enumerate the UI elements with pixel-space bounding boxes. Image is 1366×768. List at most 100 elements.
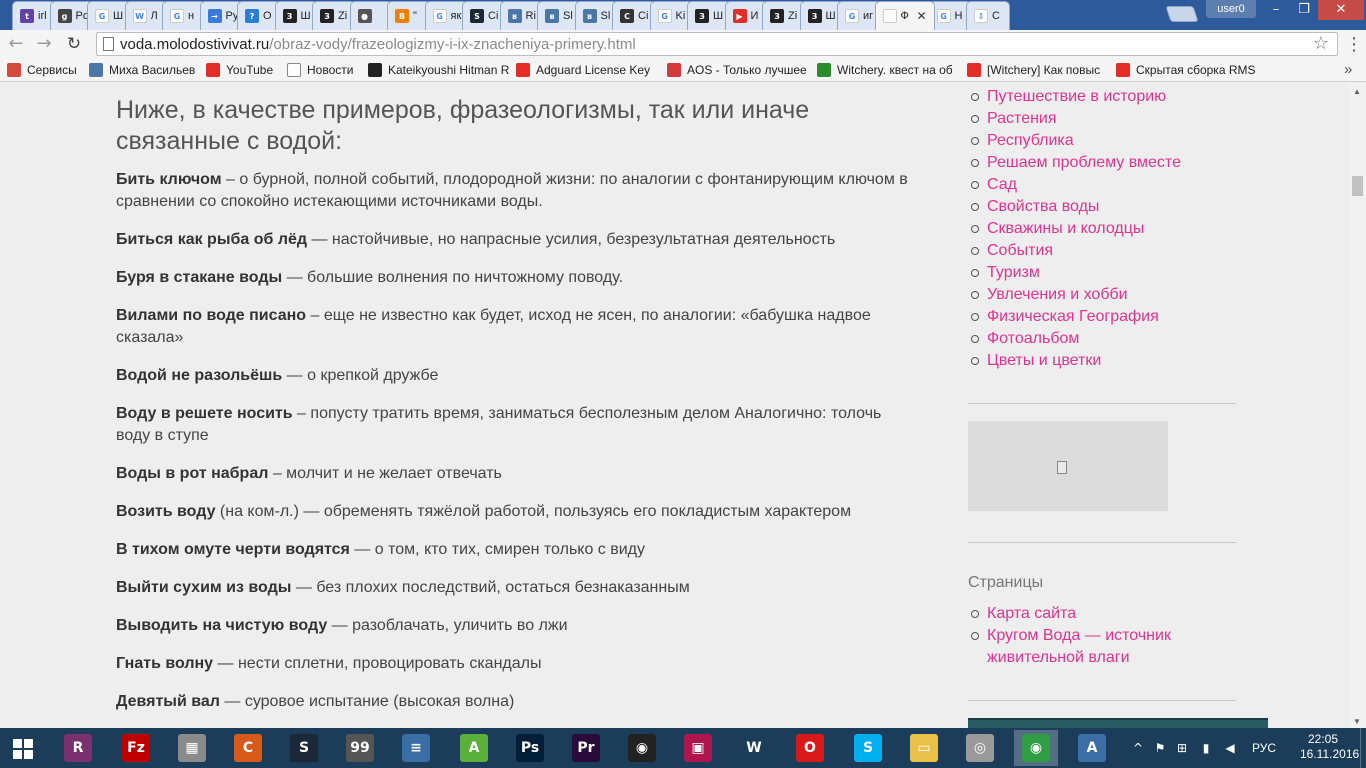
category-link[interactable]: Растения [967,108,1267,130]
idiom-term: Гнать волну [116,655,214,672]
taskbar-app[interactable]: 99 [338,730,382,766]
idiom-term: В тихом омуте черти водятся [116,541,350,558]
taskbar-app[interactable]: ◎ [958,730,1002,766]
chrome-icon: ◉ [1022,734,1050,762]
taskbar-app[interactable]: ▦ [170,730,214,766]
bookmark-item[interactable]: Скрытая сборка RMS [1116,62,1256,78]
site-z-icon: З [770,9,784,23]
bookmark-item[interactable]: YouTube [206,62,273,78]
page-icon [287,63,301,77]
new-tab-button[interactable] [1165,6,1199,22]
category-link[interactable]: События [967,240,1267,262]
browser-tab[interactable]: ЗШ [687,1,731,30]
taskbar-app[interactable]: A [1070,730,1114,766]
bookmark-item[interactable]: Новости [287,62,353,78]
browser-tab[interactable]: C Сі [612,1,656,30]
minimize-icon[interactable]: – [1262,0,1290,20]
browser-tab[interactable]: ? О [237,1,281,30]
clock-date: 16.11.2016 [1300,747,1360,761]
bookmark-item[interactable]: Adguard License Key [516,62,650,78]
browser-tab[interactable]: ⇩ С [966,1,1010,30]
taskbar-app[interactable]: S [846,730,890,766]
category-link[interactable]: Свойства воды [967,196,1267,218]
page-scrollbar[interactable]: ▲ ▼ [1349,83,1366,728]
speaker-app-icon: ◎ [966,734,994,762]
tab-title: Ф [900,10,909,22]
category-link[interactable]: Увлечения и хобби [967,284,1267,306]
wolf-icon: W [740,734,768,762]
window-close-icon[interactable]: ✕ [1318,0,1364,20]
site-z-icon: З [695,9,709,23]
idiom-definition: — о крепкой дружбе [282,367,439,384]
tab-close-icon[interactable]: ✕ [917,9,927,23]
bookmark-item[interactable]: [Witchery] Как повыс [967,62,1100,78]
taskbar-app[interactable]: ≡ [394,730,438,766]
taskbar-app[interactable]: Fz [114,730,158,766]
bookmark-item[interactable]: Witchery. квест на об [817,62,953,78]
browser-tab[interactable]: B " [387,1,431,30]
taskbar-app[interactable]: Pr [564,730,608,766]
category-link[interactable]: Фотоальбом [967,328,1267,350]
category-link[interactable]: Республика [967,130,1267,152]
page-link[interactable]: Карта сайта [967,603,1227,625]
category-link[interactable]: Сад [967,174,1267,196]
profile-button[interactable]: user0 [1206,0,1256,18]
browser-tab[interactable]: З Zi [762,1,806,30]
bookmarks-more-icon[interactable]: » [1344,61,1352,78]
category-link[interactable]: Туризм [967,262,1267,284]
browser-tab[interactable]: t irl [12,1,56,30]
tray-chevron-icon[interactable]: ^ [1130,740,1146,756]
browser-tab[interactable]: в Sl [537,1,581,30]
taskbar-app[interactable]: A [452,730,496,766]
category-link[interactable]: Физическая География [967,306,1267,328]
taskbar-app[interactable]: R [56,730,100,766]
address-bar[interactable]: voda.molodostivivat.ru/obraz-vody/frazeo… [96,32,1338,56]
battery-icon[interactable]: ▮ [1198,740,1214,756]
page-link[interactable]: Кругом Вода — источник живительной влаги [967,625,1227,669]
browser-tab[interactable]: GШ [87,1,131,30]
maximize-icon[interactable]: ❐ [1290,0,1318,20]
scroll-up-icon[interactable]: ▲ [1353,87,1361,96]
input-language[interactable]: РУС [1252,741,1276,755]
show-desktop-button[interactable] [1360,728,1366,768]
bookmark-item[interactable]: Сервисы [7,62,77,78]
network-icon[interactable]: ⊞ [1174,740,1190,756]
taskbar-app[interactable]: ◉ [1014,730,1058,766]
category-link[interactable]: Скважины и колодцы [967,218,1267,240]
scrollbar-thumb[interactable] [1352,176,1363,196]
forward-icon[interactable]: → [32,32,56,56]
browser-tab[interactable]: S Сі [462,1,506,30]
browser-tab[interactable]: Ф ✕ [874,1,935,30]
taskbar-app[interactable]: O [788,730,832,766]
taskbar-app[interactable]: W [732,730,776,766]
browser-tab[interactable]: З Zi [312,1,356,30]
idiom-definition: – о бурной, полной событий, плодородной … [116,171,908,210]
start-button[interactable] [0,728,48,768]
browser-tab[interactable]: Gн [162,1,206,30]
taskbar-app[interactable]: S [282,730,326,766]
bookmark-item[interactable]: Kateikyoushi Hitman R [368,62,509,78]
taskbar-app[interactable]: ◉ [620,730,664,766]
android-studio-icon: A [460,734,488,762]
flag-icon[interactable]: ⚑ [1152,740,1168,756]
bookmark-item[interactable]: Миха Васильев [89,62,195,78]
system-clock[interactable]: 22:05 16.11.2016 [1300,732,1360,762]
category-link[interactable]: Цветы и цветки [967,350,1267,372]
back-icon[interactable]: ← [4,32,28,56]
scroll-down-icon[interactable]: ▼ [1353,717,1361,726]
category-link[interactable]: Решаем проблему вместе [967,152,1267,174]
taskbar-app[interactable]: ▣ [676,730,720,766]
volume-icon[interactable]: ◀ [1222,740,1238,756]
url-path: /obraz-vody/frazeologizmy-i-ix-znacheniy… [269,36,636,53]
taskbar-app[interactable]: ▭ [902,730,946,766]
menu-icon[interactable]: ⋮ [1345,33,1363,55]
browser-tab[interactable]: Gиг [837,1,881,30]
category-list: Путешествие в историю Растения Республика Р… [967,86,1267,372]
bookmark-item[interactable]: AOS - Только лучшее [667,62,807,78]
taskbar-app[interactable]: Ps [508,730,552,766]
bookmark-star-icon[interactable]: ☆ [1313,33,1329,55]
category-link[interactable]: Путешествие в историю [967,86,1267,108]
reload-icon[interactable]: ↻ [62,32,86,56]
idiom-entry: Водой не разольёшь — о крепкой дружбе [116,365,916,387]
taskbar-app[interactable]: C [226,730,270,766]
